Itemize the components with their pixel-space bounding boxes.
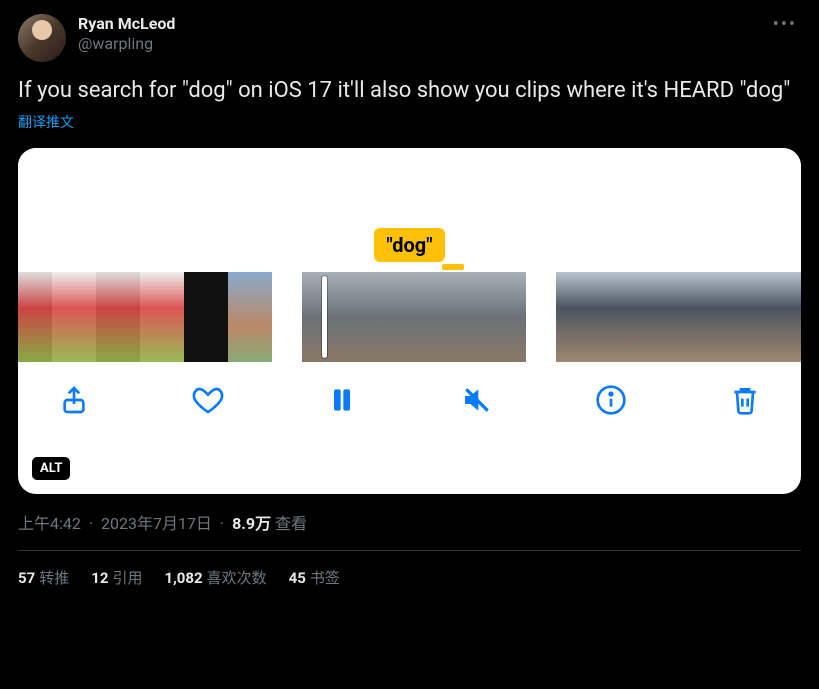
retweets-count: 57 (18, 569, 35, 587)
search-token-badge: "dog" (374, 228, 444, 262)
playhead[interactable] (322, 276, 327, 358)
clip-thumb (18, 272, 52, 362)
author-display-name: Ryan McLeod (78, 14, 769, 34)
quotes-stat[interactable]: 12引用 (91, 567, 142, 588)
media-top-spacer (18, 148, 801, 228)
clip-thumb (52, 272, 96, 362)
author-handle: @warpling (78, 34, 769, 54)
video-timeline[interactable] (18, 272, 801, 380)
search-token-row: "dog" (18, 228, 801, 272)
avatar[interactable] (18, 14, 66, 62)
likes-stat[interactable]: 1,082 喜欢次数 (164, 567, 266, 588)
clip-thumb (732, 272, 776, 362)
clip-thumb (414, 272, 470, 362)
share-icon[interactable] (58, 384, 90, 416)
tweet-date[interactable]: 2023年7月17日 (101, 514, 212, 533)
quotes-label: 引用 (112, 569, 142, 587)
views-label: 查看 (275, 514, 307, 533)
likes-count: 1,082 (164, 569, 202, 587)
clip-thumb (358, 272, 414, 362)
alt-badge[interactable]: ALT (32, 457, 70, 480)
user-block[interactable]: Ryan McLeod @warpling (78, 14, 769, 54)
heart-icon[interactable] (192, 384, 224, 416)
tweet-time[interactable]: 上午4:42 (18, 514, 81, 533)
clip-thumb (600, 272, 644, 362)
clip-thumb (688, 272, 732, 362)
clip-group-2-focused[interactable] (302, 272, 526, 362)
pause-icon[interactable] (326, 384, 358, 416)
clip-group-3[interactable] (556, 272, 801, 362)
trash-icon[interactable] (729, 384, 761, 416)
scrub-marker (442, 264, 464, 270)
tweet-container: Ryan McLeod @warpling ••• If you search … (0, 0, 819, 604)
retweets-label: 转推 (39, 569, 69, 587)
quotes-count: 12 (91, 569, 108, 587)
clip-thumb (470, 272, 526, 362)
clip-thumb (556, 272, 600, 362)
clip-thumb (228, 272, 272, 362)
clip-thumb (644, 272, 688, 362)
mute-icon[interactable] (461, 384, 493, 416)
clip-thumb (184, 272, 228, 362)
bookmarks-count: 45 (289, 569, 306, 587)
meta-separator: · (89, 514, 93, 533)
likes-label: 喜欢次数 (207, 569, 267, 587)
stats-row: 57转推 12引用 1,082 喜欢次数 45书签 (18, 551, 801, 604)
more-button[interactable]: ••• (769, 14, 801, 35)
translate-link[interactable]: 翻译推文 (18, 112, 801, 132)
clip-thumb (302, 272, 358, 362)
clip-thumb (776, 272, 801, 362)
bookmarks-label: 书签 (310, 569, 340, 587)
clip-group-1[interactable] (18, 272, 272, 362)
bookmarks-stat[interactable]: 45书签 (289, 567, 340, 588)
retweets-stat[interactable]: 57转推 (18, 567, 69, 588)
tweet-text: If you search for "dog" on iOS 17 it'll … (18, 76, 801, 106)
views-count[interactable]: 8.9万 (232, 514, 271, 533)
media-card[interactable]: "dog" (18, 148, 801, 494)
tweet-meta: 上午4:42 · 2023年7月17日 · 8.9万 查看 (18, 510, 801, 534)
clip-thumb (140, 272, 184, 362)
info-icon[interactable] (595, 384, 627, 416)
meta-separator: · (220, 514, 224, 533)
clip-thumb (96, 272, 140, 362)
tweet-header: Ryan McLeod @warpling ••• (18, 14, 801, 62)
media-toolbar (18, 380, 801, 438)
